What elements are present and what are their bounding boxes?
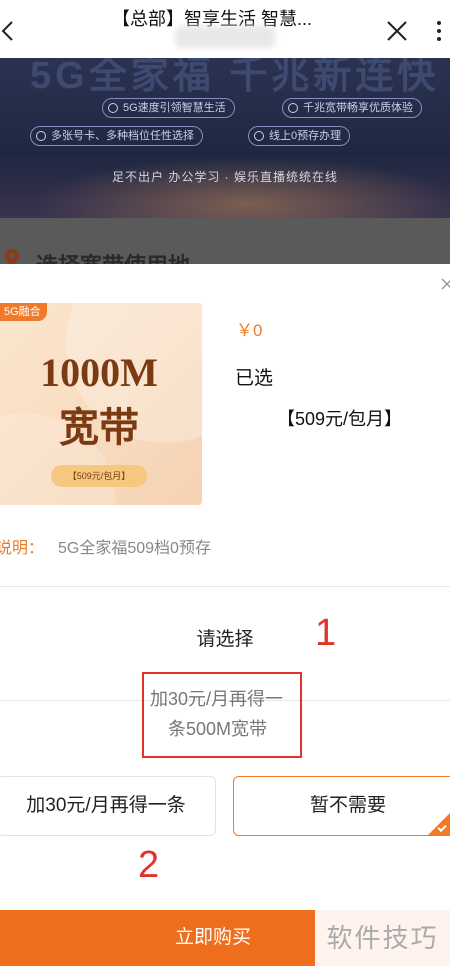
close-icon bbox=[441, 278, 450, 290]
description-label: 说明： bbox=[0, 540, 45, 557]
product-name: 宽带 bbox=[59, 405, 139, 450]
title-redaction bbox=[175, 26, 275, 48]
divider bbox=[0, 586, 450, 587]
close-icon bbox=[387, 21, 407, 41]
product-speed: 1000M bbox=[40, 350, 158, 395]
sheet-close-button[interactable] bbox=[438, 274, 450, 294]
buy-now-label: 立即购买 bbox=[174, 927, 251, 948]
banner-slogan: 足不出户 办公学习 · 娱乐直播统统在线 bbox=[112, 170, 338, 184]
option-prompt: 请选择 bbox=[196, 629, 254, 650]
description-text: 5G全家福509档0预存 bbox=[58, 540, 211, 557]
product-price: ￥0 bbox=[236, 321, 263, 340]
product-price-tag: 【509元/包月】 bbox=[51, 465, 147, 487]
product-image-card: 5G融合 1000M 宽带 【509元/包月】 bbox=[0, 303, 202, 505]
banner-feature: 线上0预存办理 bbox=[248, 126, 351, 146]
chevron-left-icon bbox=[1, 21, 13, 41]
promo-banner: 5G全家福 千兆新连快 5G速度引领智慧生活 千兆宽带畅享优质体验 多张号卡、多… bbox=[0, 58, 450, 218]
selected-plan: 【509元/包月】 bbox=[277, 409, 403, 429]
banner-feature: 多张号卡、多种档位任性选择 bbox=[30, 126, 203, 146]
banner-feature: 5G速度引领智慧生活 bbox=[102, 98, 235, 118]
top-bar: 【总部】智享生活 智慧... bbox=[0, 0, 450, 58]
annotation-number-2: 2 bbox=[138, 844, 160, 886]
selected-corner-badge bbox=[428, 813, 450, 835]
back-button[interactable] bbox=[0, 18, 22, 44]
option-not-needed-label: 暂不需要 bbox=[309, 795, 386, 816]
close-button[interactable] bbox=[384, 18, 410, 44]
option-add-broadband-button[interactable]: 加30元/月再得一条 bbox=[0, 776, 216, 836]
section-header: 选择宽带使用地 bbox=[0, 218, 450, 268]
annotation-highlight-box bbox=[142, 672, 302, 758]
product-tag-badge: 5G融合 bbox=[0, 303, 47, 321]
more-button[interactable] bbox=[432, 18, 446, 44]
banner-feature: 千兆宽带畅享优质体验 bbox=[282, 98, 422, 118]
banner-headline: 5G全家福 千兆新连快 bbox=[30, 58, 440, 97]
watermark: 软件技巧 bbox=[315, 910, 450, 966]
option-not-needed-button[interactable]: 暂不需要 bbox=[233, 776, 450, 836]
annotation-number-1: 1 bbox=[315, 612, 337, 654]
product-selection-sheet: 5G融合 1000M 宽带 【509元/包月】 ￥0 已选 【509元/包月】 … bbox=[0, 264, 450, 975]
option-add-broadband-label: 加30元/月再得一条 bbox=[26, 795, 186, 816]
selected-label: 已选 bbox=[235, 368, 274, 389]
more-vertical-icon bbox=[437, 21, 441, 41]
